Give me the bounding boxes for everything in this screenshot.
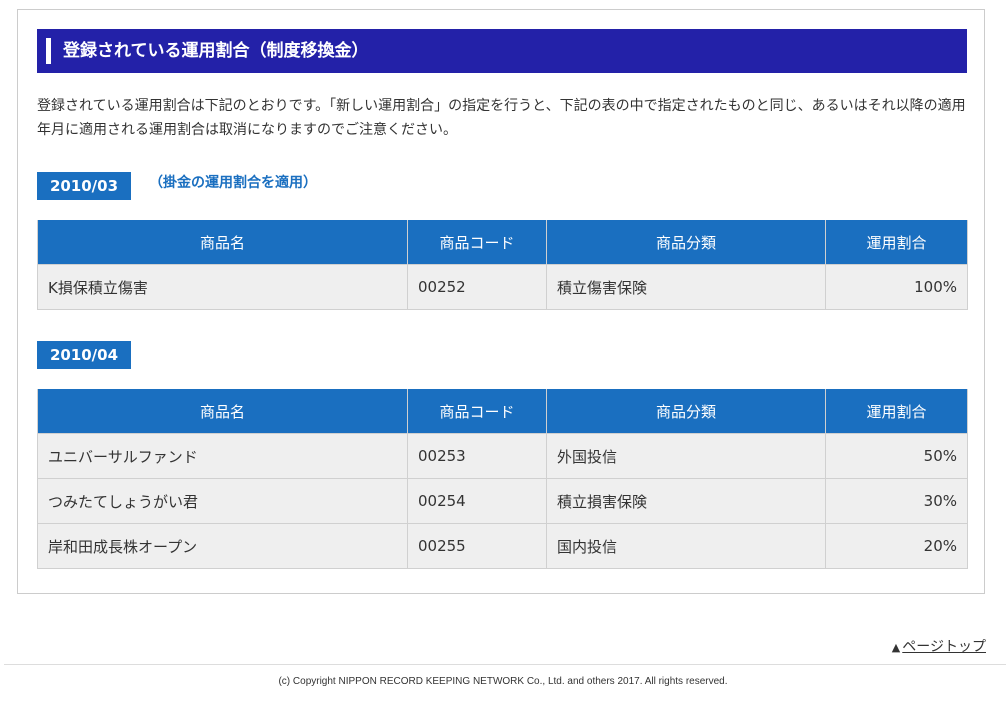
ratio-cell: 30% xyxy=(825,478,968,524)
ratio-cell: 100% xyxy=(825,264,968,310)
column-header-code: 商品コード xyxy=(407,220,547,265)
period-date-badge: 2010/04 xyxy=(37,341,131,369)
column-header-category: 商品分類 xyxy=(546,220,826,265)
table-header-row: 商品名 商品コード 商品分類 運用割合 xyxy=(37,220,968,265)
column-header-category: 商品分類 xyxy=(546,389,826,434)
product-category-cell: 外国投信 xyxy=(546,433,826,479)
column-header-name: 商品名 xyxy=(37,220,408,265)
product-name-cell: つみたてしょうがい君 xyxy=(37,478,408,524)
column-header-ratio: 運用割合 xyxy=(825,220,968,265)
table-row: K損保積立傷害 00252 積立傷害保険 100% xyxy=(37,264,968,310)
section-header: 登録されている運用割合（制度移換金） xyxy=(37,29,967,73)
page-top-link[interactable]: ▲ ページトップ xyxy=(892,636,986,656)
product-code-cell: 00253 xyxy=(407,433,547,479)
period-note: （掛金の運用割合を適用） xyxy=(149,175,317,191)
copyright-text: (c) Copyright NIPPON RECORD KEEPING NETW… xyxy=(278,676,728,687)
period-date-badge: 2010/03 xyxy=(37,172,131,200)
section-title: 登録されている運用割合（制度移換金） xyxy=(63,41,369,61)
table-row: つみたてしょうがい君 00254 積立損害保険 30% xyxy=(37,478,968,524)
table-header-row: 商品名 商品コード 商品分類 運用割合 xyxy=(37,389,968,434)
column-header-code: 商品コード xyxy=(407,389,547,434)
ratio-cell: 50% xyxy=(825,433,968,479)
triangle-up-icon: ▲ xyxy=(891,641,901,654)
table-row: 岸和田成長株オープン 00255 国内投信 20% xyxy=(37,523,968,569)
footer-divider xyxy=(4,664,1006,665)
column-header-name: 商品名 xyxy=(37,389,408,434)
product-name-cell: K損保積立傷害 xyxy=(37,264,408,310)
product-category-cell: 積立損害保険 xyxy=(546,478,826,524)
product-code-cell: 00255 xyxy=(407,523,547,569)
allocation-table-2010-03: 商品名 商品コード 商品分類 運用割合 K損保積立傷害 00252 積立傷害保険… xyxy=(37,220,968,310)
column-header-ratio: 運用割合 xyxy=(825,389,968,434)
product-code-cell: 00254 xyxy=(407,478,547,524)
content-panel: 登録されている運用割合（制度移換金） 登録されている運用割合は下記のとおりです。… xyxy=(17,9,985,594)
ratio-cell: 20% xyxy=(825,523,968,569)
product-code-cell: 00252 xyxy=(407,264,547,310)
product-category-cell: 積立傷害保険 xyxy=(546,264,826,310)
product-name-cell: 岸和田成長株オープン xyxy=(37,523,408,569)
intro-text: 登録されている運用割合は下記のとおりです。「新しい運用割合」の指定を行うと、下記… xyxy=(37,98,966,138)
allocation-table-2010-04: 商品名 商品コード 商品分類 運用割合 ユニバーサルファンド 00253 外国投… xyxy=(37,389,968,569)
table-row: ユニバーサルファンド 00253 外国投信 50% xyxy=(37,433,968,479)
page-top-label: ページトップ xyxy=(902,639,986,655)
header-accent-bar xyxy=(46,38,51,64)
product-category-cell: 国内投信 xyxy=(546,523,826,569)
product-name-cell: ユニバーサルファンド xyxy=(37,433,408,479)
